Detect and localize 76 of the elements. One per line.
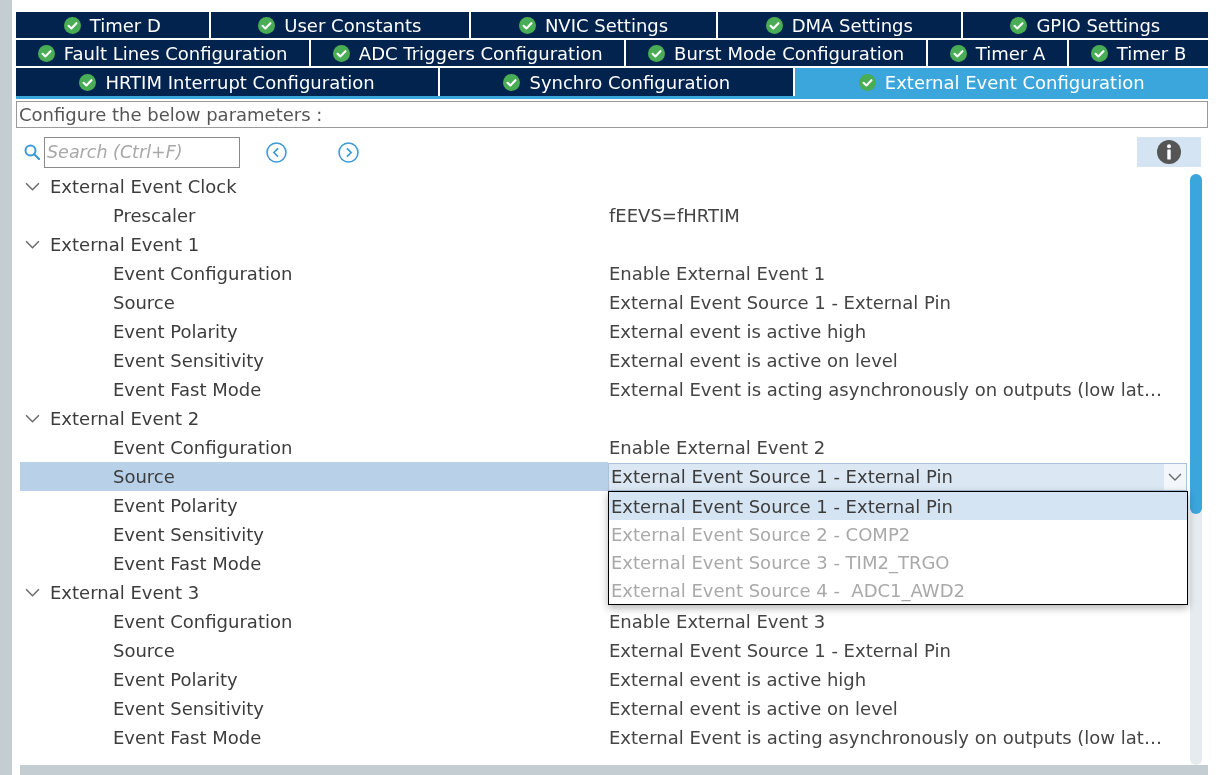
tree-item[interactable]: Event Polarity: [20, 665, 608, 694]
chevron-down-icon[interactable]: [25, 240, 40, 249]
tree-item[interactable]: Event Fast Mode: [20, 723, 608, 752]
parameter-value: Enable External Event 2: [608, 436, 826, 460]
scrollbar-thumb[interactable]: [1190, 174, 1202, 514]
check-circle-icon: [37, 44, 55, 62]
tree-item[interactable]: Event Polarity: [20, 317, 608, 346]
tree-item[interactable]: Prescaler: [20, 201, 608, 230]
tree-item[interactable]: Event Polarity: [20, 491, 608, 520]
parameter-value: Enable External Event 1: [608, 262, 826, 286]
tab[interactable]: Fault Lines Configuration: [16, 40, 310, 66]
tab[interactable]: Timer B: [1069, 40, 1208, 66]
check-circle-icon: [518, 16, 536, 34]
tree-item[interactable]: Event Configuration: [20, 607, 608, 636]
check-circle-icon: [332, 44, 350, 62]
parameter-value: External Event is acting asynchronously on outputs (low lat…: [608, 378, 1162, 402]
search-field[interactable]: Search (Ctrl+F): [44, 136, 240, 168]
tree-item[interactable]: Event Fast Mode: [20, 549, 608, 578]
previous-button[interactable]: [266, 141, 287, 163]
check-circle-icon: [648, 44, 666, 62]
check-circle-icon: [258, 16, 276, 34]
parameter-value: External Event is acting asynchronously on outputs (low lat…: [608, 726, 1162, 750]
tree-item[interactable]: External Event 3: [20, 578, 608, 607]
info-button[interactable]: [1137, 137, 1201, 167]
tab[interactable]: Timer D: [16, 12, 209, 38]
tree-item[interactable]: Event Sensitivity: [20, 346, 608, 375]
tab[interactable]: DMA Settings: [717, 12, 961, 38]
chevron-down-icon[interactable]: [25, 414, 40, 423]
tab[interactable]: Timer A: [928, 40, 1067, 66]
next-button[interactable]: [338, 141, 359, 163]
tab[interactable]: Synchro Configuration: [440, 68, 794, 96]
tab[interactable]: GPIO Settings: [962, 12, 1208, 38]
tree-item[interactable]: Event Fast Mode: [20, 375, 608, 404]
check-circle-icon: [858, 73, 876, 91]
search-icon: [24, 144, 40, 160]
check-circle-icon: [503, 73, 521, 91]
info-icon: [1157, 140, 1181, 164]
tab[interactable]: ADC Triggers Configuration: [311, 40, 625, 66]
tree-item[interactable]: Event Sensitivity: [20, 520, 608, 549]
parameter-value: fEEVS=fHRTIM: [608, 204, 740, 228]
description-field: Configure the below parameters :: [16, 101, 1208, 128]
chevron-down-icon[interactable]: [1164, 463, 1186, 490]
dropdown-field[interactable]: External Event Source 1 - External Pin: [608, 462, 1187, 491]
parameter-value: External event is active high: [608, 668, 867, 692]
tree-item[interactable]: Source: [20, 636, 608, 665]
tree-item[interactable]: External Event 1: [20, 230, 608, 259]
tab[interactable]: User Constants: [210, 12, 470, 38]
circle-chevron-right-icon: [338, 141, 359, 163]
tree-item[interactable]: Source: [20, 462, 608, 491]
check-circle-icon: [765, 16, 783, 34]
tab[interactable]: Burst Mode Configuration: [626, 40, 926, 66]
dropdown-option[interactable]: External Event Source 1 - External Pin: [609, 492, 1187, 520]
parameter-value: External Event Source 1 - External Pin: [608, 291, 951, 315]
tree-item[interactable]: External Event Clock: [20, 172, 608, 201]
check-circle-icon: [63, 16, 81, 34]
tree-item[interactable]: Event Configuration: [20, 433, 608, 462]
parameter-value: External event is active on level: [608, 349, 898, 373]
parameter-value: Enable External Event 3: [608, 610, 826, 634]
tree-item[interactable]: Event Configuration: [20, 259, 608, 288]
check-circle-icon: [949, 44, 967, 62]
tree-item[interactable]: External Event 2: [20, 404, 608, 433]
check-circle-icon: [1010, 16, 1028, 34]
tree-item[interactable]: Event Sensitivity: [20, 694, 608, 723]
horizontal-scrollbar[interactable]: [20, 765, 1208, 775]
tree-item[interactable]: Source: [20, 288, 608, 317]
vertical-scrollbar[interactable]: [1190, 174, 1202, 765]
check-circle-icon: [1090, 44, 1108, 62]
tab[interactable]: NVIC Settings: [471, 12, 716, 38]
chevron-down-icon[interactable]: [25, 588, 40, 597]
circle-chevron-left-icon: [266, 141, 287, 163]
parameter-value: External Event Source 1 - External Pin: [608, 639, 951, 663]
parameter-value: External event is active on level: [608, 697, 898, 721]
chevron-down-icon[interactable]: [25, 182, 40, 191]
check-circle-icon: [79, 73, 97, 91]
parameter-value: External event is active high: [608, 320, 867, 344]
tab[interactable]: HRTIM Interrupt Configuration: [16, 68, 439, 96]
